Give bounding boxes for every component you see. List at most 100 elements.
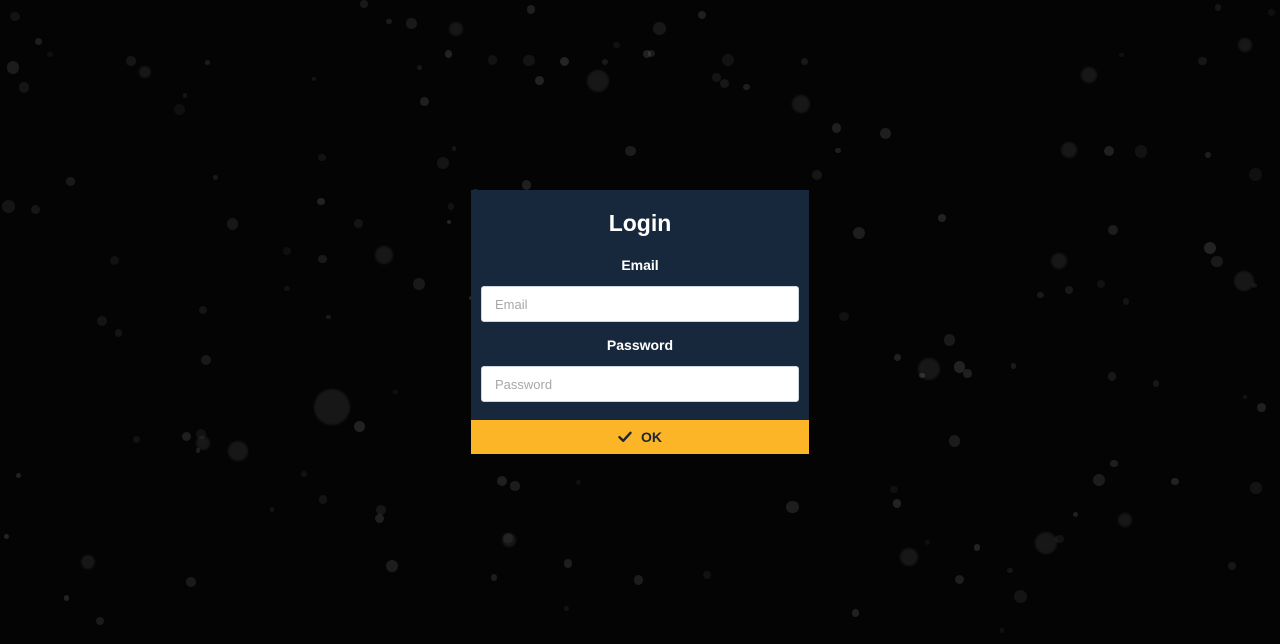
background-particle [1197,56,1207,66]
background-particle [1203,242,1216,255]
background-particle [1064,285,1073,294]
background-particle [1171,477,1179,486]
background-particle [490,574,498,582]
background-particle [510,481,520,491]
background-particle [564,605,570,611]
background-particle [326,314,331,320]
background-particle [563,559,573,568]
background-particle [919,372,925,379]
background-particle [375,246,393,264]
background-particle [526,5,535,14]
background-particle [602,58,609,65]
background-particle [1118,513,1132,527]
background-particle [497,475,507,486]
background-particle [47,51,53,58]
background-particle [560,56,570,66]
background-particle [133,435,141,443]
background-particle [487,55,498,65]
background-particle [205,60,210,65]
background-particle [319,495,328,504]
background-particle [1061,142,1077,158]
background-particle [653,22,666,35]
background-particle [173,104,185,116]
background-particle [393,390,398,395]
background-particle [503,533,514,543]
background-particle [1107,224,1118,236]
background-particle [613,42,620,49]
background-particle [1204,152,1212,159]
background-particle [95,616,104,625]
background-particle [697,10,706,19]
background-particle [1081,67,1097,83]
ok-button[interactable]: OK [471,420,809,454]
background-particle [973,544,981,551]
background-particle [34,38,42,46]
background-particle [283,247,292,255]
background-particle [97,316,108,326]
background-particle [1250,482,1262,494]
background-particle [406,18,417,29]
background-particle [1134,145,1148,158]
background-particle [63,595,70,601]
background-particle [1211,255,1223,268]
ok-label: OK [641,429,662,445]
background-particle [300,471,307,478]
background-particle [354,218,364,228]
background-particle [449,22,463,36]
background-particle [1110,459,1118,468]
background-particle [1014,589,1028,603]
background-particle [1000,628,1005,633]
background-particle [1152,379,1160,387]
background-particle [447,203,455,210]
background-particle [444,50,452,58]
background-particle [318,254,327,264]
background-particle [1035,532,1057,554]
background-particle [314,389,350,425]
background-particle [182,93,188,98]
check-icon [618,431,632,443]
background-particle [853,226,866,239]
background-particle [831,123,842,133]
background-particle [587,70,609,92]
background-particle [523,54,535,66]
password-field[interactable] [481,366,799,402]
background-particle [195,429,206,440]
background-particle [811,169,823,181]
background-particle [1092,473,1106,487]
background-particle [1010,363,1017,369]
background-particle [185,576,196,587]
background-particle [109,255,120,266]
background-particle [1242,394,1247,399]
background-particle [1037,291,1045,299]
background-particle [311,77,316,82]
background-particle [66,177,75,186]
background-particle [360,0,369,8]
background-particle [451,146,457,151]
background-particle [30,205,40,215]
background-particle [9,11,20,22]
background-particle [835,147,841,154]
background-particle [575,480,581,485]
background-particle [900,548,918,566]
background-particle [720,78,730,88]
background-particle [521,180,532,190]
background-particle [624,145,636,157]
background-particle [385,559,399,573]
background-particle [412,277,426,291]
background-particle [1051,253,1067,269]
background-particle [196,448,201,453]
background-particle [1214,4,1222,11]
background-particle [182,432,192,442]
email-label: Email [621,257,659,273]
background-particle [892,499,901,508]
background-particle [1257,402,1267,412]
background-particle [386,18,392,25]
background-particle [284,285,290,291]
background-particle [139,66,151,78]
background-particle [893,354,901,362]
background-particle [851,609,860,618]
background-particle [1073,512,1079,518]
background-particle [963,369,972,379]
background-particle [1228,561,1237,570]
email-field[interactable] [481,286,799,322]
